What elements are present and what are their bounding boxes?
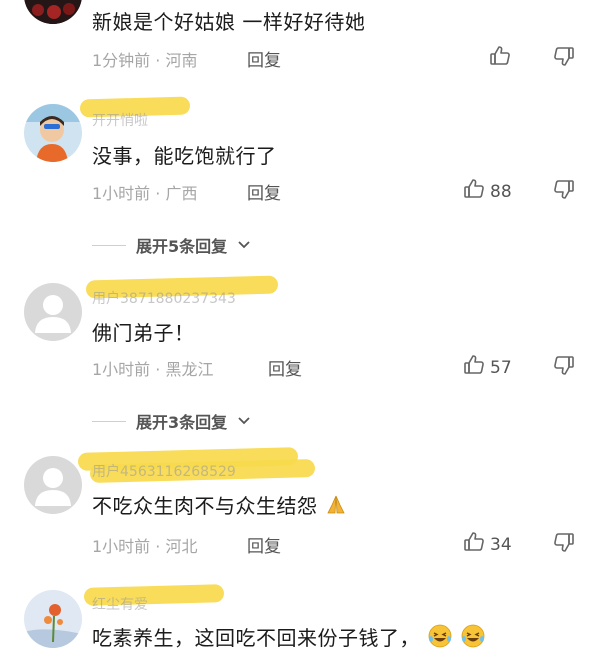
chevron-down-icon	[237, 236, 251, 255]
thumbs-up-icon	[488, 44, 512, 73]
username[interactable]: 用户4563116268529	[92, 461, 236, 481]
thumbs-down-icon	[552, 533, 576, 558]
dislike-button[interactable]	[552, 530, 576, 558]
comment-text: 不吃众生肉不与众生结怨	[92, 490, 348, 522]
thumbs-down-icon	[552, 47, 576, 72]
username[interactable]: 用户3871880237343	[92, 288, 236, 308]
like-button[interactable]	[488, 44, 516, 73]
comment-location: 广西	[165, 184, 198, 203]
comment-location: 河北	[165, 537, 198, 556]
like-count: 88	[490, 181, 512, 202]
avatar[interactable]	[24, 283, 82, 341]
thumbs-up-icon	[462, 353, 486, 382]
meta-separator: ·	[150, 51, 166, 70]
dislike-button[interactable]	[552, 44, 576, 72]
username[interactable]: 红尘有爱	[92, 594, 148, 614]
avatar[interactable]	[24, 0, 82, 24]
comment-item: 开开悄啦 没事，能吃饱就行了 1小时前 · 广西 回复 88 展开5条回复	[0, 96, 600, 265]
like-button[interactable]: 34	[462, 530, 512, 559]
comment-time: 1小时前	[92, 360, 151, 379]
avatar[interactable]	[24, 456, 82, 514]
comment-location: 河南	[165, 51, 198, 70]
dislike-button[interactable]	[552, 177, 576, 205]
thumbs-up-icon	[462, 177, 486, 206]
reply-button[interactable]: 回复	[247, 532, 281, 557]
praying-hands-icon	[324, 493, 348, 522]
avatar[interactable]	[24, 104, 82, 162]
dislike-button[interactable]	[552, 353, 576, 381]
comment-item: 红尘有爱 吃素养生，这回吃不回来份子钱了，	[0, 580, 600, 661]
comment-text: 吃素养生，这回吃不回来份子钱了，	[92, 622, 486, 654]
expand-replies-button[interactable]: 展开3条回复	[92, 409, 251, 433]
comment-time: 1分钟前	[92, 51, 151, 70]
thumbs-down-icon	[552, 356, 576, 381]
reply-button[interactable]: 回复	[268, 355, 302, 380]
comment-time: 1小时前	[92, 537, 151, 556]
thumbs-down-icon	[552, 180, 576, 205]
username[interactable]: 开开悄啦	[92, 110, 148, 130]
expand-replies-label: 展开3条回复	[136, 413, 228, 432]
thumbs-up-icon	[462, 530, 486, 559]
divider-line	[92, 420, 126, 422]
comment-meta: 1小时前 · 广西	[92, 180, 197, 204]
comment-meta: 1分钟前 · 河南	[92, 47, 197, 71]
laughing-emoji-icon	[460, 623, 486, 654]
laughing-emoji-icon	[427, 623, 453, 654]
like-count: 57	[490, 357, 512, 378]
avatar[interactable]	[24, 590, 82, 648]
comment-item: 用户4563116268529 不吃众生肉不与众生结怨 1小时前 · 河北 回复…	[0, 447, 600, 568]
meta-separator: ·	[150, 360, 166, 379]
like-button[interactable]: 88	[462, 177, 512, 206]
like-count: 34	[490, 534, 512, 555]
comment-time: 1小时前	[92, 184, 151, 203]
expand-replies-button[interactable]: 展开5条回复	[92, 233, 251, 257]
meta-separator: ·	[150, 537, 166, 556]
comment-text: 新娘是个好姑娘 一样好好待她	[92, 10, 366, 34]
reply-button[interactable]: 回复	[247, 179, 281, 204]
reply-button[interactable]: 回复	[247, 46, 281, 71]
comment-text: 佛门弟子！	[92, 321, 195, 345]
comment-meta: 1小时前 · 河北	[92, 533, 197, 557]
comment-text: 没事，能吃饱就行了	[92, 144, 277, 168]
comment-item: 新娘是个好姑娘 一样好好待她 1分钟前 · 河南 回复	[0, 0, 600, 80]
divider-line	[92, 244, 126, 246]
comment-meta: 1小时前 · 黑龙江	[92, 356, 213, 380]
chevron-down-icon	[237, 412, 251, 431]
like-button[interactable]: 57	[462, 353, 512, 382]
comment-item: 用户3871880237343 佛门弟子！ 1小时前 · 黑龙江 回复 57 展…	[0, 275, 600, 440]
meta-separator: ·	[150, 184, 166, 203]
comment-text-content: 不吃众生肉不与众生结怨	[92, 494, 318, 518]
comment-text-content: 吃素养生，这回吃不回来份子钱了，	[92, 626, 420, 650]
comment-location: 黑龙江	[165, 360, 214, 379]
expand-replies-label: 展开5条回复	[136, 237, 228, 256]
